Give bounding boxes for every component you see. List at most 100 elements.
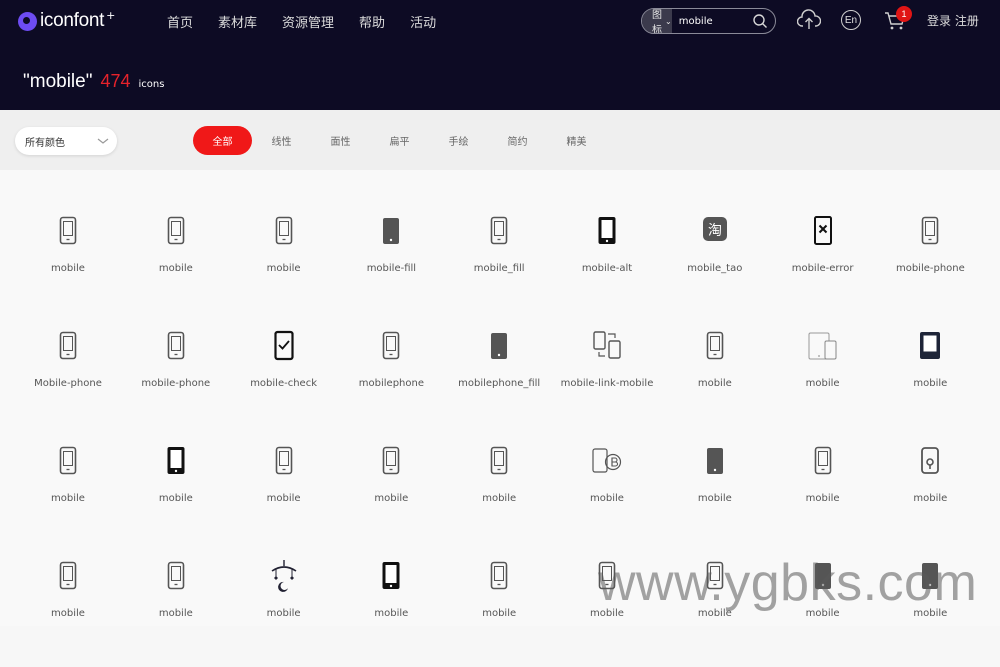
icon-card[interactable]: mobile <box>18 442 118 552</box>
phone-pin-icon <box>921 447 940 474</box>
icon-label: mobile <box>805 493 840 504</box>
icon-label: mobile <box>590 493 624 504</box>
icon-label: mobile <box>697 493 732 504</box>
search-box: 图标 ⌄ <box>641 8 776 34</box>
tab-linear[interactable]: 线性 <box>252 126 311 155</box>
icon-card[interactable]: mobile <box>773 327 873 437</box>
icon-card[interactable]: mobile <box>18 212 118 322</box>
icon-label: mobile <box>913 378 948 389</box>
phone-outline-icon <box>490 561 508 590</box>
phone-outline-icon <box>922 216 939 245</box>
auth-links: 登录 注册 <box>927 12 979 29</box>
register-link[interactable]: 注册 <box>955 14 979 28</box>
search-type-label: 图标 <box>652 10 662 34</box>
icon-card[interactable]: mobile-phone <box>126 327 226 437</box>
icon-card[interactable]: mobile-alt <box>557 212 657 322</box>
phone-outline-icon <box>383 446 400 475</box>
icon-label: mobile <box>51 608 85 619</box>
icon-card[interactable]: mobile-error <box>773 212 873 322</box>
icon-card[interactable]: mobile <box>234 212 334 322</box>
icon-label: mobile <box>266 493 301 504</box>
nav-item-library[interactable]: 素材库 <box>218 12 257 31</box>
tab-simple[interactable]: 简约 <box>488 126 547 155</box>
tab-flat[interactable]: 扁平 <box>370 126 429 155</box>
icon-label: Mobile-phone <box>34 378 102 389</box>
nav-item-help[interactable]: 帮助 <box>359 12 385 31</box>
icon-card[interactable]: mobile <box>234 557 334 667</box>
icon-label: mobile <box>266 263 301 274</box>
icon-label: mobile <box>158 263 193 274</box>
icon-card[interactable]: mobile <box>126 557 226 667</box>
phone-outline-icon <box>59 561 77 590</box>
icon-card[interactable]: mobile-link-mobile <box>557 327 657 437</box>
phone-bold-icon <box>382 562 400 589</box>
icon-card[interactable]: mobile <box>126 212 226 322</box>
tab-all[interactable]: 全部 <box>193 126 252 155</box>
phone-outline-icon <box>167 331 185 360</box>
phone-bitcoin-icon <box>592 448 622 473</box>
phone-check-icon <box>273 330 294 361</box>
tab-fine[interactable]: 精美 <box>547 126 606 155</box>
icon-label: mobile-phone <box>141 378 211 389</box>
icon-card[interactable]: mobile <box>880 327 980 437</box>
icon-card[interactable]: mobile <box>341 557 441 667</box>
color-filter-dropdown[interactable]: 所有颜色 <box>15 127 117 155</box>
phone-outline-icon <box>167 216 185 245</box>
icon-label: mobile <box>913 493 948 504</box>
phone-outline-icon <box>275 216 292 245</box>
search-result-title: "mobile" 474 icons <box>23 71 164 93</box>
watermark: www.ygbks.com <box>598 554 978 612</box>
icon-card[interactable]: mobile_fill <box>449 212 549 322</box>
phone-outline-icon <box>59 446 77 475</box>
icon-card[interactable]: mobile-fill <box>341 212 441 322</box>
icon-card[interactable]: mobile <box>341 442 441 552</box>
phone-outline-icon <box>490 446 508 475</box>
phone-bold-icon <box>167 447 185 474</box>
icon-card[interactable]: mobile <box>18 557 118 667</box>
phone-outline-icon <box>814 446 831 475</box>
phone-link-icon <box>593 331 621 359</box>
icon-card[interactable]: mobilephone_fill <box>449 327 549 437</box>
phone-outline-icon <box>59 216 77 245</box>
icon-card[interactable]: mobile <box>126 442 226 552</box>
icon-card[interactable]: mobile <box>665 327 765 437</box>
icon-card[interactable]: mobile <box>557 442 657 552</box>
tab-solid[interactable]: 面性 <box>311 126 370 155</box>
nav-item-events[interactable]: 活动 <box>410 12 436 31</box>
icon-label: mobile-check <box>250 378 317 389</box>
chevron-down-icon: ⌄ <box>665 16 672 26</box>
phone-dark-icon <box>920 332 941 359</box>
logo-plus: + <box>106 8 116 22</box>
search-query: "mobile" <box>23 71 93 92</box>
nav-item-resources[interactable]: 资源管理 <box>282 12 334 31</box>
language-switch[interactable]: En <box>841 10 861 30</box>
upload-cloud-icon[interactable] <box>797 9 821 31</box>
icon-card[interactable]: mobilephone <box>341 327 441 437</box>
icon-card[interactable]: mobile-phone <box>880 212 980 322</box>
iconfont-logo[interactable]: iconfont + <box>18 8 116 32</box>
nav-item-home[interactable]: 首页 <box>167 12 193 31</box>
icon-card[interactable]: mobile-check <box>234 327 334 437</box>
icon-label: mobile-link-mobile <box>560 378 654 389</box>
phone-bold-icon <box>598 217 616 244</box>
phone-outline-icon <box>275 446 292 475</box>
icon-card[interactable]: mobile <box>773 442 873 552</box>
icon-label: mobile <box>158 608 193 619</box>
search-icon[interactable] <box>752 13 768 29</box>
icon-label: mobile_fill <box>473 263 525 274</box>
icon-label: mobile <box>51 493 85 504</box>
icon-card[interactable]: mobile <box>880 442 980 552</box>
icon-label: mobile <box>374 608 409 619</box>
icon-card[interactable]: mobile <box>449 442 549 552</box>
top-header: iconfont + 首页 素材库 资源管理 帮助 活动 图标 ⌄ En 1 登… <box>0 0 1000 110</box>
icon-card[interactable]: 淘 mobile_tao <box>665 212 765 322</box>
icon-card[interactable]: Mobile-phone <box>18 327 118 437</box>
style-tabs: 全部 线性 面性 扁平 手绘 简约 精美 <box>193 126 606 155</box>
icon-card[interactable]: mobile <box>234 442 334 552</box>
phone-outline-icon <box>383 331 400 360</box>
search-type-dropdown[interactable]: 图标 ⌄ <box>642 9 672 33</box>
icon-card[interactable]: mobile <box>449 557 549 667</box>
icon-card[interactable]: mobile <box>665 442 765 552</box>
login-link[interactable]: 登录 <box>927 14 951 28</box>
tab-handdrawn[interactable]: 手绘 <box>429 126 488 155</box>
